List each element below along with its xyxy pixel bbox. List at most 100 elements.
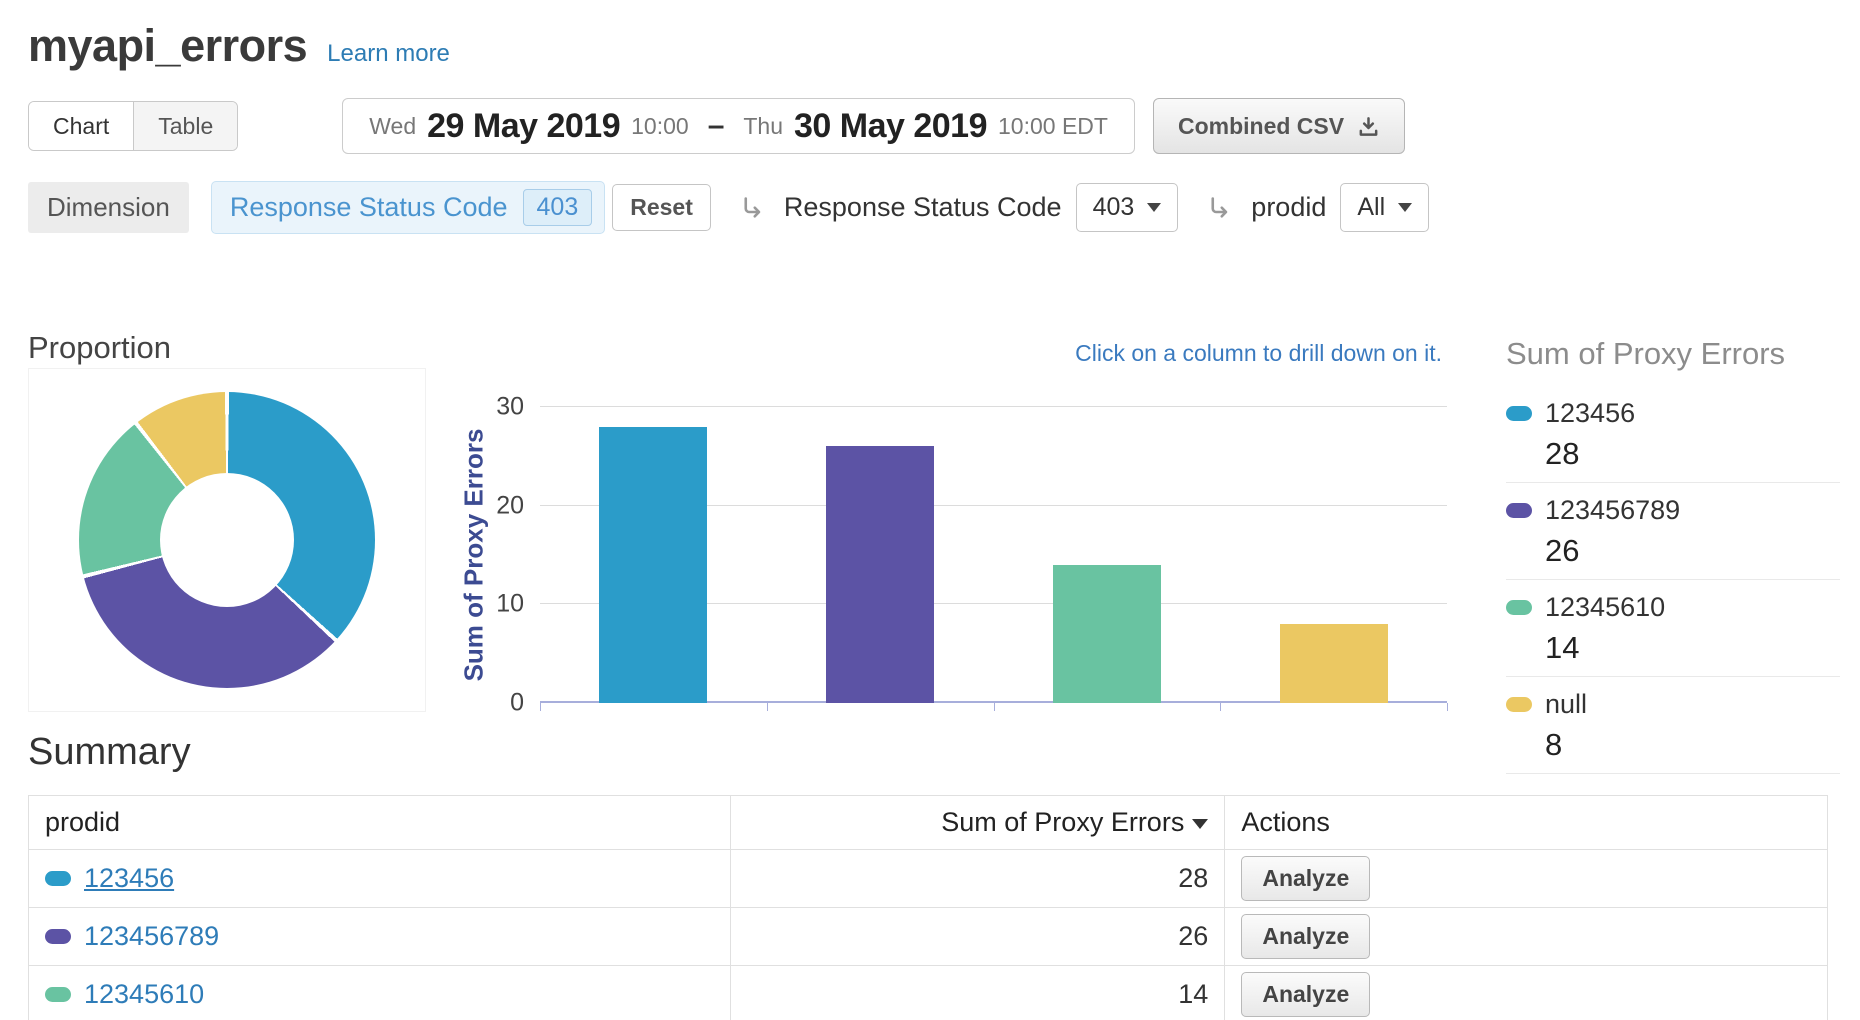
sum-cell: 28: [730, 850, 1225, 908]
proportion-chart-card: [28, 368, 426, 712]
bar-12345610[interactable]: [1053, 565, 1161, 703]
toolbar: Chart Table Wed 29 May 2019 10:00 – Thu …: [28, 98, 1832, 154]
table-header-row: prodid Sum of Proxy Errors Actions: [29, 796, 1828, 850]
analyze-button[interactable]: Analyze: [1241, 914, 1370, 959]
legend-label: 123456: [1545, 398, 1635, 429]
header: myapi_errors Learn more: [28, 20, 1832, 72]
x-tick-mark: [540, 703, 541, 711]
view-toggle: Chart Table: [28, 101, 238, 151]
start-date: 29 May 2019: [427, 107, 620, 146]
prodid-cell: 12345610: [29, 966, 731, 1020]
x-tick-mark: [994, 703, 995, 711]
prodid-dropdown[interactable]: All: [1340, 183, 1429, 232]
x-tick-mark: [1220, 703, 1221, 711]
bar-123456[interactable]: [599, 427, 707, 703]
column-header-sum[interactable]: Sum of Proxy Errors: [730, 796, 1225, 850]
legend-entry: 123456789 26: [1506, 483, 1840, 580]
filter-chip: Response Status Code 403: [211, 181, 605, 234]
prodid-link[interactable]: 12345610: [84, 979, 204, 1010]
summary-table: prodid Sum of Proxy Errors Actions 12345…: [28, 795, 1828, 1020]
legend-label: 123456789: [1545, 495, 1680, 526]
y-tick-label: 20: [496, 491, 524, 520]
range-separator: –: [708, 109, 725, 143]
prodid-link[interactable]: 123456: [84, 863, 174, 894]
reset-button[interactable]: Reset: [612, 184, 711, 231]
dimension-label: Dimension: [28, 182, 189, 233]
download-icon: [1357, 115, 1380, 138]
legend-entry: null 8: [1506, 677, 1840, 774]
start-time: 10:00: [631, 113, 689, 140]
row-swatch-icon: [45, 929, 71, 944]
caret-down-icon: [1398, 203, 1412, 212]
chart-legend: Sum of Proxy Errors 12345628123456789261…: [1506, 336, 1840, 774]
legend-value: 26: [1545, 533, 1840, 569]
prodid-cell: 123456789: [29, 908, 731, 966]
bar-null[interactable]: [1280, 624, 1388, 703]
filter-chip-value: 403: [523, 189, 593, 226]
legend-title: Sum of Proxy Errors: [1506, 336, 1840, 372]
column-header-actions: Actions: [1225, 796, 1828, 850]
drilldown-arrow-icon: [1206, 194, 1233, 221]
summary-title: Summary: [28, 731, 191, 774]
legend-swatch-icon: [1506, 600, 1532, 615]
legend-label: 12345610: [1545, 592, 1665, 623]
legend-value: 8: [1545, 727, 1840, 763]
table-row: 123456 28 Analyze: [29, 850, 1828, 908]
x-tick-mark: [767, 703, 768, 711]
proportion-title: Proportion: [28, 330, 171, 366]
filter-bar: Dimension Response Status Code 403 Reset…: [28, 182, 1832, 232]
drilldown-hint: Click on a column to drill down on it.: [1075, 340, 1442, 367]
prodid-cell: 123456: [29, 850, 731, 908]
legend-swatch-icon: [1506, 697, 1532, 712]
bar-123456789[interactable]: [826, 446, 934, 703]
row-swatch-icon: [45, 987, 71, 1002]
date-range-picker[interactable]: Wed 29 May 2019 10:00 – Thu 30 May 2019 …: [342, 98, 1135, 154]
filter-chip-group: Response Status Code 403 Reset: [211, 181, 711, 234]
status-code-dropdown[interactable]: 403: [1076, 183, 1179, 232]
page-title: myapi_errors: [28, 20, 307, 72]
prodid-dropdown-value: All: [1357, 193, 1385, 222]
y-tick-label: 10: [496, 590, 524, 619]
column-header-prodid[interactable]: prodid: [29, 796, 731, 850]
x-tick-mark: [1447, 703, 1448, 711]
legend-entry: 123456 28: [1506, 386, 1840, 483]
legend-swatch-icon: [1506, 503, 1532, 518]
page: myapi_errors Learn more Chart Table Wed …: [0, 0, 1860, 1020]
prodid-link[interactable]: 123456789: [84, 921, 219, 952]
start-day: Wed: [369, 113, 416, 140]
sum-cell: 14: [730, 966, 1225, 1020]
table-row: 123456789 26 Analyze: [29, 908, 1828, 966]
y-tick-label: 0: [510, 689, 524, 718]
drilldown-label-status-code: Response Status Code: [784, 192, 1062, 223]
status-code-dropdown-value: 403: [1093, 193, 1135, 222]
column-header-sum-label: Sum of Proxy Errors: [941, 807, 1184, 837]
table-row: 12345610 14 Analyze: [29, 966, 1828, 1020]
filter-chip-label: Response Status Code: [230, 192, 508, 223]
legend-label: null: [1545, 689, 1587, 720]
end-date: 30 May 2019: [794, 107, 987, 146]
combined-csv-button[interactable]: Combined CSV: [1153, 98, 1405, 154]
drilldown-arrow-icon: [739, 194, 766, 221]
row-swatch-icon: [45, 871, 71, 886]
table-view-button[interactable]: Table: [134, 102, 237, 150]
legend-entry: 1234561014: [1506, 580, 1840, 677]
analyze-button[interactable]: Analyze: [1241, 972, 1370, 1017]
actions-cell: Analyze: [1225, 850, 1828, 908]
end-day: Thu: [743, 113, 783, 140]
legend-swatch-icon: [1506, 406, 1532, 421]
sum-cell: 26: [730, 908, 1225, 966]
column-header-prodid-label: prodid: [45, 807, 120, 837]
y-tick-label: 30: [496, 393, 524, 422]
chart-view-button[interactable]: Chart: [29, 102, 134, 150]
column-header-actions-label: Actions: [1241, 807, 1330, 837]
legend-value: 28: [1545, 436, 1840, 472]
proportion-donut-chart[interactable]: [79, 392, 375, 688]
y-axis-label: Sum of Proxy Errors: [459, 429, 490, 682]
actions-cell: Analyze: [1225, 966, 1828, 1020]
caret-down-icon: [1147, 203, 1161, 212]
analyze-button[interactable]: Analyze: [1241, 856, 1370, 901]
learn-more-link[interactable]: Learn more: [327, 40, 450, 68]
end-time: 10:00 EDT: [998, 113, 1108, 140]
csv-button-label: Combined CSV: [1178, 113, 1344, 140]
actions-cell: Analyze: [1225, 908, 1828, 966]
